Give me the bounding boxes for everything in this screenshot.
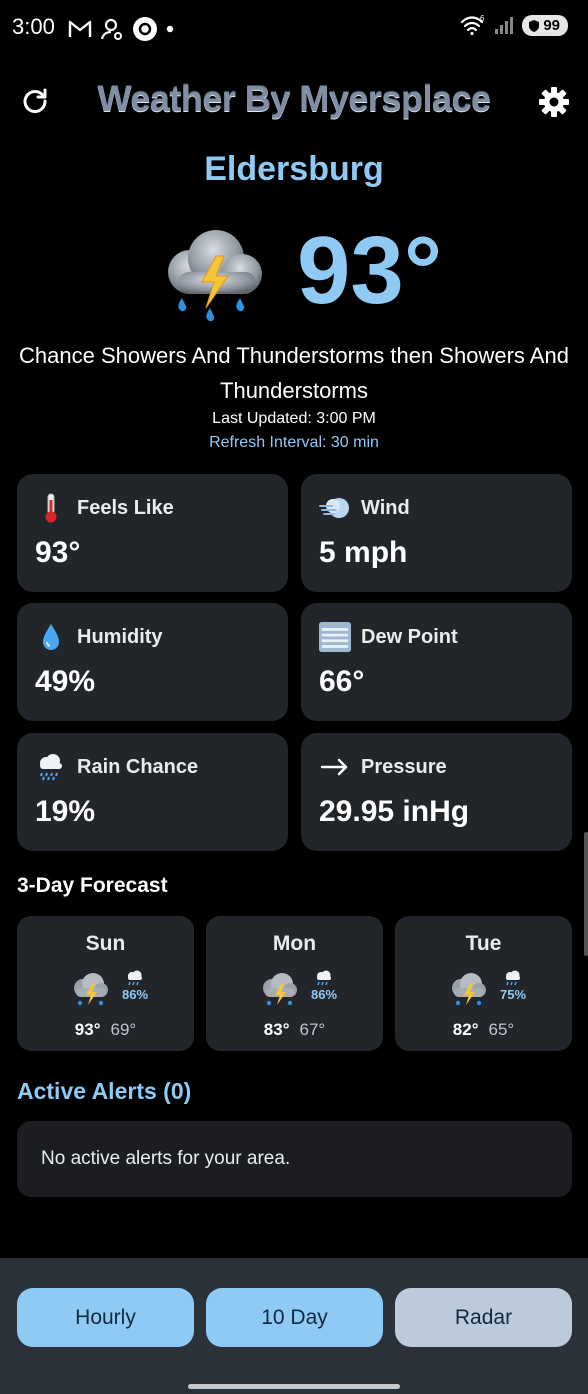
radar-button[interactable]: Radar: [395, 1288, 572, 1347]
signal-icon: [495, 17, 514, 34]
card-header: Rain Chance: [35, 751, 198, 783]
status-time: 3:00: [12, 14, 55, 39]
hourly-button[interactable]: Hourly: [17, 1288, 194, 1347]
arrow-right-icon: [319, 751, 351, 783]
dew-point-card: Dew Point 66°: [301, 603, 572, 721]
forecast-day-mon[interactable]: Mon 86% 83° 67°: [206, 916, 383, 1051]
thunderstorm-icon: [263, 973, 297, 1006]
wind-icon: [319, 492, 351, 524]
ten-day-button[interactable]: 10 Day: [206, 1288, 383, 1347]
day-high: 83°: [263, 1020, 290, 1039]
app-title: Weather By Myersplace: [97, 78, 491, 119]
card-header: Pressure: [319, 751, 447, 783]
thunderstorm-icon: [74, 973, 108, 1006]
day-name: Tue: [465, 932, 502, 955]
thunderstorm-icon: [168, 230, 262, 322]
droplet-icon: [35, 621, 67, 653]
pressure-card: Pressure 29.95 inHg: [301, 733, 572, 851]
alerts-empty-message: No active alerts for your area.: [41, 1148, 291, 1169]
card-label: Wind: [361, 496, 410, 519]
dot-icon: [166, 25, 174, 33]
battery-shield-icon: [529, 19, 540, 32]
scrollbar[interactable]: [584, 832, 588, 956]
card-label: Dew Point: [361, 625, 458, 648]
card-value: 19%: [35, 795, 96, 828]
card-value: 93°: [35, 536, 81, 569]
rain-cloud-icon: [128, 970, 142, 986]
alerts-panel: No active alerts for your area.: [17, 1121, 572, 1197]
forecast-day-sun[interactable]: Sun 86% 93° 69°: [17, 916, 194, 1051]
rain-chance: 86%: [306, 970, 342, 1002]
day-name: Sun: [85, 932, 126, 955]
card-header: Wind: [319, 492, 410, 524]
card-header: Humidity: [35, 621, 163, 653]
day-high: 93°: [74, 1020, 101, 1039]
system-icons: 6 99: [460, 14, 568, 36]
refresh-interval: Refresh Interval: 30 min: [209, 434, 379, 451]
card-label: Humidity: [77, 625, 163, 648]
card-header: Dew Point: [319, 621, 458, 653]
rain-chance-value: 86%: [310, 987, 338, 1002]
city-name: Eldersburg: [204, 150, 384, 188]
wind-card: Wind 5 mph: [301, 474, 572, 592]
app-header: Weather By Myersplace: [0, 72, 588, 132]
notification-icons: [68, 16, 174, 42]
rain-chance: 86%: [117, 970, 153, 1002]
alerts-title[interactable]: Active Alerts (0): [17, 1078, 191, 1105]
current-temperature: 93°: [297, 217, 443, 324]
current-conditions: 93°: [0, 217, 588, 332]
card-label: Rain Chance: [77, 755, 199, 778]
thunderstorm-icon: [452, 973, 486, 1006]
condition-text: Chance Showers And Thunderstorms then Sh…: [19, 343, 569, 403]
humidity-card: Humidity 49%: [17, 603, 288, 721]
forecast-title: 3-Day Forecast: [17, 874, 168, 897]
rain-chance-card: Rain Chance 19%: [17, 733, 288, 851]
card-header: Feels Like: [35, 492, 174, 524]
status-bar: 3:00 6 99: [0, 0, 588, 56]
day-name: Mon: [272, 932, 317, 955]
rain-chance-value: 86%: [121, 987, 149, 1002]
rain-cloud-icon: [506, 970, 520, 986]
home-indicator[interactable]: [188, 1384, 400, 1389]
account-icon: [100, 18, 122, 40]
gmail-icon: [68, 20, 92, 37]
card-label: Feels Like: [77, 496, 174, 519]
thermometer-icon: [35, 492, 67, 524]
day-low: 65°: [488, 1020, 515, 1039]
card-value: 49%: [35, 665, 96, 698]
battery-indicator: 99: [522, 14, 568, 36]
day-low: 69°: [110, 1020, 137, 1039]
card-value: 5 mph: [319, 536, 408, 569]
rain-cloud-icon: [35, 751, 67, 783]
svg-text:6: 6: [480, 14, 485, 23]
card-label: Pressure: [361, 755, 447, 778]
day-temps: 83° 67°: [206, 1020, 383, 1040]
fog-icon: [319, 621, 351, 653]
card-value: 66°: [319, 665, 365, 698]
last-updated: Last Updated: 3:00 PM: [212, 410, 376, 427]
day-temps: 93° 69°: [17, 1020, 194, 1040]
refresh-icon[interactable]: [20, 86, 50, 116]
day-low: 67°: [299, 1020, 326, 1039]
bottom-nav: Hourly 10 Day Radar: [0, 1258, 588, 1394]
day-high: 82°: [452, 1020, 479, 1039]
battery-level: 99: [543, 16, 560, 34]
wifi-icon: 6: [461, 14, 485, 36]
rain-chance-value: 75%: [499, 987, 527, 1002]
rain-chance: 75%: [495, 970, 531, 1002]
rain-cloud-icon: [317, 970, 331, 986]
card-value: 29.95 inHg: [319, 795, 470, 828]
media-icon: [133, 17, 157, 41]
forecast-day-tue[interactable]: Tue 75% 82° 65°: [395, 916, 572, 1051]
feels-like-card: Feels Like 93°: [17, 474, 288, 592]
day-temps: 82° 65°: [395, 1020, 572, 1040]
gear-icon[interactable]: [538, 86, 570, 118]
